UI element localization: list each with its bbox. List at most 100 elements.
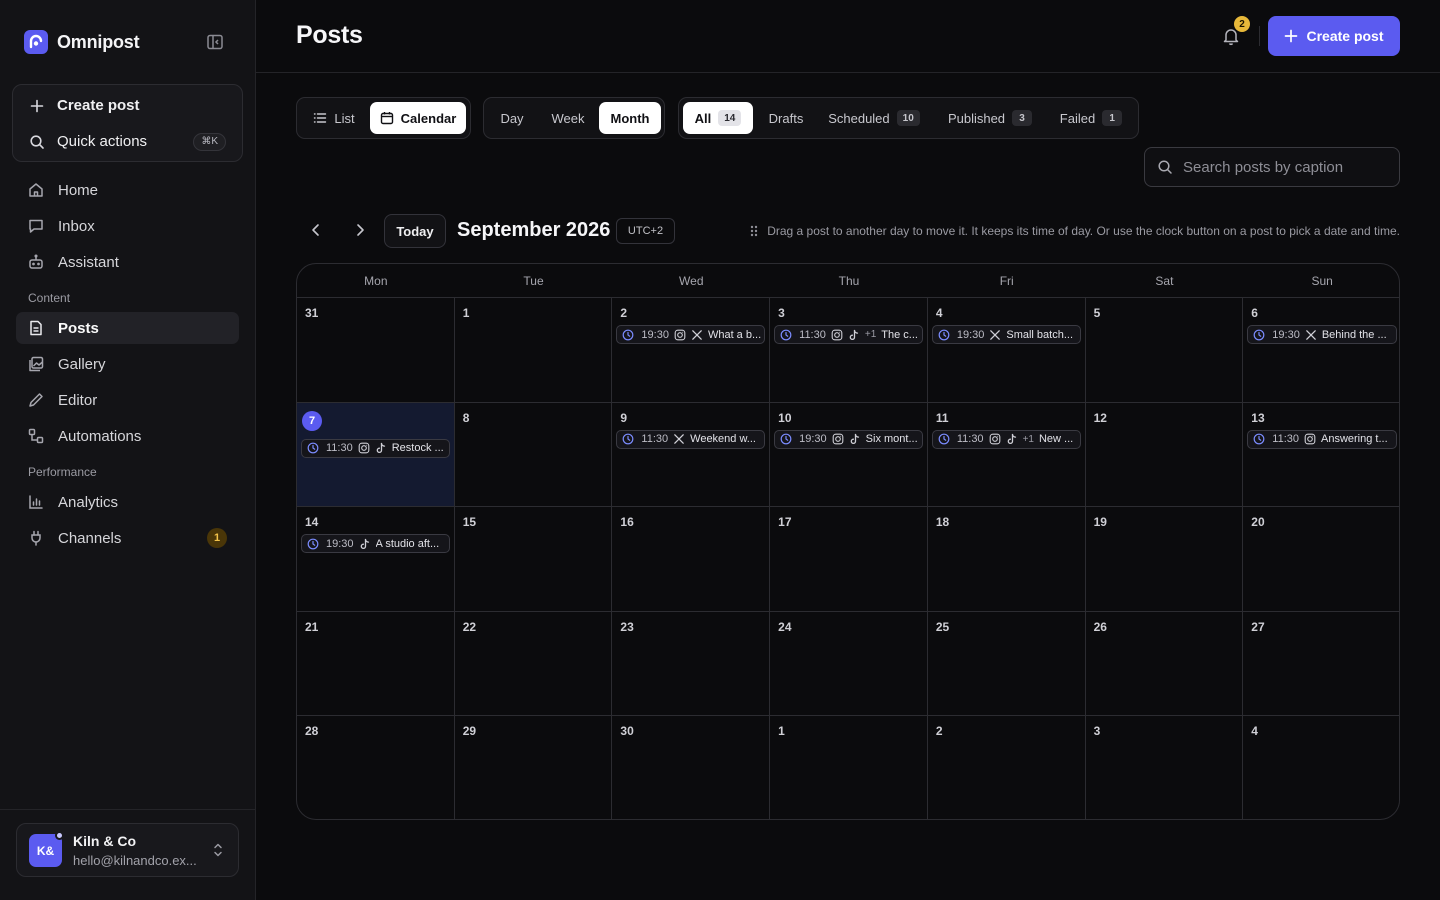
- tiktok-icon: [849, 329, 859, 340]
- calendar-day-cell[interactable]: 20: [1243, 507, 1399, 612]
- clock-icon[interactable]: [938, 433, 950, 445]
- calendar-day-cell[interactable]: 14 19:30 A studio aft...: [297, 507, 455, 612]
- clock-icon[interactable]: [1253, 329, 1265, 341]
- calendar-day-cell[interactable]: 1: [770, 716, 928, 819]
- calendar-day-cell[interactable]: 26: [1085, 611, 1244, 717]
- calendar-day-cell[interactable]: 16: [612, 507, 771, 612]
- calendar-day-cell[interactable]: 29: [455, 716, 613, 819]
- filter-label: Published: [947, 110, 1006, 126]
- calendar-day-cell[interactable]: 23: [612, 611, 771, 717]
- view-calendar-button[interactable]: Calendar: [370, 102, 466, 134]
- calendar-day-cell[interactable]: 25: [927, 611, 1086, 717]
- clock-icon[interactable]: [622, 329, 634, 341]
- sidebar-create-post[interactable]: Create post: [29, 97, 140, 114]
- calendar-day-cell[interactable]: 21: [297, 611, 455, 717]
- calendar-day-cell[interactable]: 6 19:30 Behind the ...: [1243, 298, 1399, 403]
- calendar-day-cell[interactable]: 15: [454, 507, 613, 612]
- post-chip[interactable]: 19:30 Behind the ...: [1247, 325, 1397, 344]
- post-chip[interactable]: 19:30 What a b...: [616, 325, 766, 344]
- calendar-day-cell[interactable]: 19: [1085, 507, 1244, 612]
- calendar-day-cell[interactable]: 31: [297, 298, 455, 403]
- clock-icon[interactable]: [622, 433, 634, 445]
- calendar-day-cell[interactable]: 7 11:30 Restock ...: [297, 402, 455, 508]
- calendar-day-cell[interactable]: 11 11:30 +1 New ...: [927, 402, 1086, 508]
- post-caption: Small batch...: [1006, 328, 1074, 341]
- sidebar-item-label: Editor: [58, 391, 98, 409]
- range-day-button[interactable]: Day: [488, 102, 536, 134]
- calendar-day-cell[interactable]: 27: [1243, 612, 1399, 717]
- x-icon: [692, 329, 702, 340]
- range-week-button[interactable]: Week: [540, 102, 596, 134]
- calendar-day-cell[interactable]: 3: [1086, 716, 1244, 819]
- view-list-button[interactable]: List: [301, 102, 367, 134]
- account-switcher[interactable]: K& Kiln & Co hello@kilnandco.ex...: [16, 823, 239, 877]
- filter-drafts[interactable]: Drafts: [759, 102, 813, 134]
- today-button[interactable]: Today: [384, 214, 446, 248]
- clock-icon[interactable]: [1253, 433, 1265, 445]
- search-input[interactable]: Search posts by caption: [1144, 147, 1400, 187]
- sidebar-item-assistant[interactable]: Assistant: [16, 246, 239, 278]
- day-number: 18: [935, 515, 950, 530]
- workflow-icon: [28, 428, 44, 444]
- post-chip[interactable]: 19:30 Six mont...: [774, 429, 923, 449]
- brand[interactable]: Omnipost: [24, 30, 140, 54]
- filter-all[interactable]: All 14: [683, 102, 753, 134]
- home-icon: [29, 183, 43, 197]
- clock-icon[interactable]: [780, 433, 792, 445]
- sidebar-item-label: Channels: [58, 529, 122, 547]
- sidebar-item-channels[interactable]: Channels 1: [16, 522, 239, 554]
- calendar-day-cell[interactable]: 18: [927, 507, 1086, 612]
- calendar-day-cell[interactable]: 24: [770, 611, 928, 717]
- sidebar-item-inbox[interactable]: Inbox: [16, 210, 239, 242]
- calendar-day-cell[interactable]: 10 19:30 Six mont...: [770, 402, 928, 508]
- calendar-day-cell[interactable]: 5: [1085, 298, 1244, 403]
- post-chip[interactable]: 11:30 Answering t...: [1247, 429, 1397, 449]
- calendar-day-cell[interactable]: 3 11:30 +1 The c...: [770, 298, 928, 403]
- sidebar-item-editor[interactable]: Editor: [16, 384, 239, 416]
- calendar-day-cell[interactable]: 8: [454, 402, 613, 508]
- quick-actions[interactable]: Quick actions: [29, 133, 147, 150]
- filter-scheduled[interactable]: Scheduled 10: [821, 102, 927, 134]
- sidebar-item-home[interactable]: Home: [16, 174, 239, 206]
- chevron-right-icon[interactable]: [350, 220, 370, 240]
- calendar-day-cell[interactable]: 13 11:30 Answering t...: [1243, 403, 1399, 508]
- sidebar-collapse-icon[interactable]: [205, 32, 225, 52]
- calendar-day-cell[interactable]: 1: [454, 298, 613, 403]
- weekday-label: Mon: [364, 274, 388, 288]
- calendar-day-cell[interactable]: 30: [612, 716, 771, 819]
- chevron-left-icon[interactable]: [306, 220, 326, 240]
- calendar-day-cell[interactable]: 22: [454, 611, 613, 717]
- calendar-day-cell[interactable]: 4: [1243, 716, 1399, 819]
- sidebar-item-posts[interactable]: Posts: [16, 312, 239, 344]
- calendar-day-cell[interactable]: 12: [1085, 402, 1244, 508]
- clock-icon[interactable]: [307, 538, 319, 550]
- filter-published[interactable]: Published 3: [943, 102, 1037, 134]
- filter-count: 3: [1012, 110, 1033, 126]
- clock-icon[interactable]: [780, 329, 792, 341]
- post-chip[interactable]: 11:30 Restock ...: [301, 438, 450, 458]
- calendar-day-cell[interactable]: 2 19:30 What a b...: [612, 298, 771, 403]
- clock-icon[interactable]: [938, 329, 950, 341]
- calendar-day-cell[interactable]: 4 19:30 Small batch...: [927, 298, 1086, 403]
- calendar-day-cell[interactable]: 17: [770, 507, 928, 612]
- post-chip[interactable]: 11:30 +1 New ...: [931, 429, 1081, 449]
- sidebar-item-gallery[interactable]: Gallery: [16, 348, 239, 380]
- calendar-day-cell[interactable]: 9 11:30 Weekend w...: [612, 402, 771, 508]
- view-toggle: List Calendar: [296, 97, 471, 139]
- post-time: 11:30: [1272, 433, 1299, 446]
- timezone-badge[interactable]: UTC+2: [616, 218, 675, 244]
- day-number: 13: [1251, 410, 1265, 425]
- calendar-day-cell[interactable]: 2: [928, 716, 1086, 819]
- day-number: 8: [462, 410, 470, 425]
- clock-icon[interactable]: [307, 442, 319, 454]
- post-chip[interactable]: 11:30 Weekend w...: [616, 429, 766, 449]
- post-chip[interactable]: 11:30 +1 The c...: [774, 325, 923, 344]
- sidebar-item-analytics[interactable]: Analytics: [16, 486, 239, 518]
- range-month-button[interactable]: Month: [599, 102, 661, 134]
- calendar-day-cell[interactable]: 28: [297, 716, 455, 819]
- sidebar-item-automations[interactable]: Automations: [16, 420, 239, 452]
- post-chip[interactable]: 19:30 Small batch...: [931, 325, 1081, 344]
- filter-failed[interactable]: Failed 1: [1053, 102, 1129, 134]
- create-post-button[interactable]: Create post: [1268, 16, 1400, 56]
- post-chip[interactable]: 19:30 A studio aft...: [301, 534, 450, 554]
